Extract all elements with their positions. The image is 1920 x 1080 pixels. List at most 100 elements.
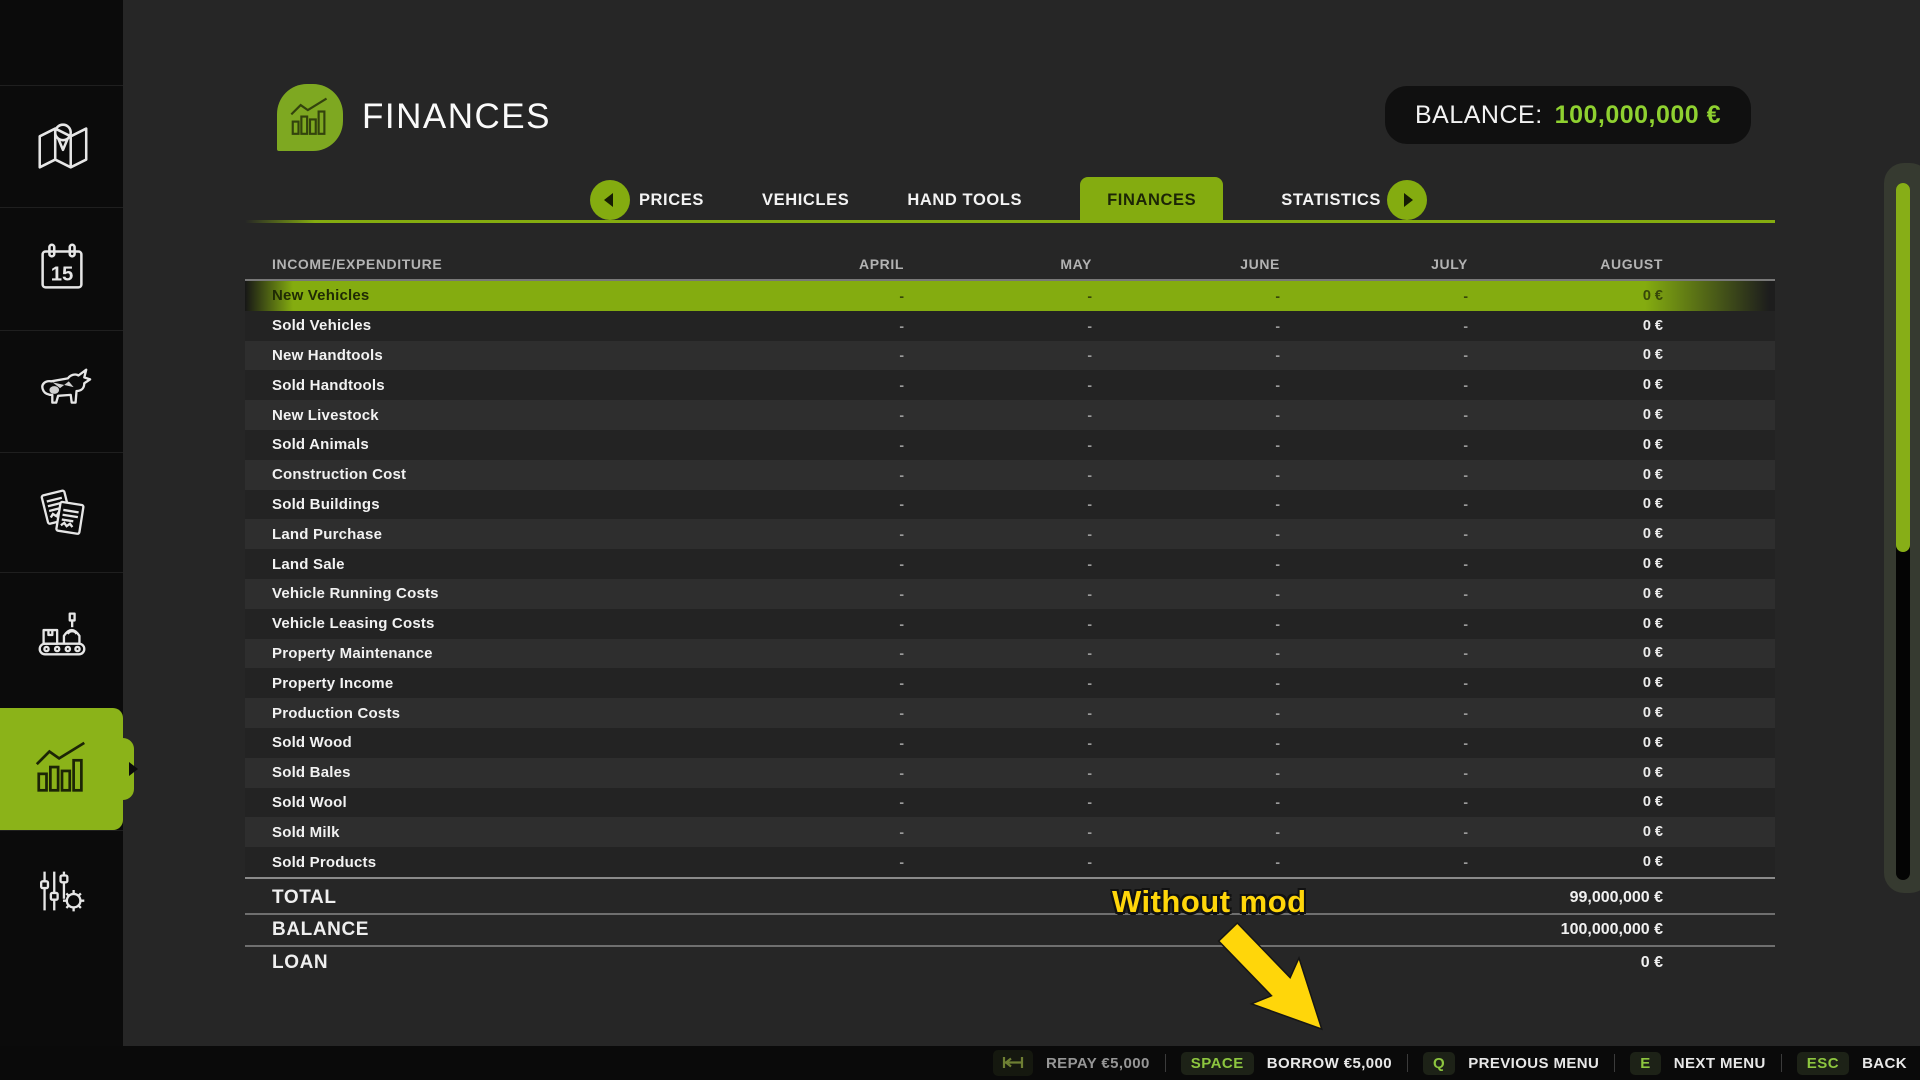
row-label: Property Income [272, 675, 716, 692]
table-row-sold-wood[interactable]: Sold Wood----0 € [245, 728, 1775, 758]
row-value: - [716, 824, 904, 840]
row-value: - [904, 705, 1092, 721]
row-label: Land Purchase [272, 526, 716, 543]
hint-label: REPAY €5,000 [1046, 1055, 1150, 1072]
row-value: - [716, 586, 904, 602]
table-row-new-livestock[interactable]: New Livestock----0 € [245, 400, 1775, 430]
row-value: - [1280, 735, 1468, 751]
table-row-production-costs[interactable]: Production Costs----0 € [245, 698, 1775, 728]
row-value: 0 € [1468, 765, 1663, 781]
production-icon [31, 602, 93, 664]
row-value: - [904, 526, 1092, 542]
row-value: 0 € [1468, 437, 1663, 453]
table-row-land-purchase[interactable]: Land Purchase----0 € [245, 519, 1775, 549]
tab-statistics[interactable]: STATISTICS [1281, 177, 1381, 223]
hint-borrow-5-000[interactable]: SPACEBORROW €5,000 [1181, 1052, 1392, 1075]
row-value: - [904, 824, 1092, 840]
row-value: - [904, 437, 1092, 453]
row-value: - [1092, 288, 1280, 304]
column-header-june: JUNE [1092, 256, 1280, 272]
row-value: - [1092, 705, 1280, 721]
finances-chart-icon [31, 738, 93, 800]
row-value: 0 € [1468, 854, 1663, 870]
row-value: - [716, 765, 904, 781]
row-value: - [716, 705, 904, 721]
sidebar-active-pointer-icon [129, 762, 138, 776]
row-value: 0 € [1468, 496, 1663, 512]
row-label: Sold Wood [272, 734, 716, 751]
row-value: - [904, 854, 1092, 870]
scrollbar[interactable] [1884, 163, 1920, 893]
table-row-vehicle-leasing-costs[interactable]: Vehicle Leasing Costs----0 € [245, 609, 1775, 639]
balance-pill: BALANCE: 100,000,000 € [1385, 86, 1751, 144]
table-row-sold-bales[interactable]: Sold Bales----0 € [245, 758, 1775, 788]
row-value: - [904, 347, 1092, 363]
table-row-sold-buildings[interactable]: Sold Buildings----0 € [245, 490, 1775, 520]
row-value: - [1092, 496, 1280, 512]
hint-previous-menu[interactable]: Q PREVIOUS MENU [1423, 1052, 1599, 1075]
sidebar-item-finances[interactable] [0, 708, 123, 830]
finances-page-icon [277, 84, 343, 151]
table-row-sold-handtools[interactable]: Sold Handtools----0 € [245, 370, 1775, 400]
calendar-icon: 15 [31, 237, 93, 299]
tab-prices[interactable]: PRICES [639, 177, 704, 223]
row-value: - [1280, 645, 1468, 661]
sidebar-item-map[interactable] [0, 85, 123, 206]
hint-next-menu[interactable]: ENEXT MENU [1630, 1052, 1765, 1075]
row-value: 0 € [1468, 586, 1663, 602]
key-badge-q: Q [1423, 1052, 1455, 1075]
table-row-sold-products[interactable]: Sold Products----0 € [245, 847, 1775, 877]
table-row-property-income[interactable]: Property Income----0 € [245, 668, 1775, 698]
row-value: - [1280, 556, 1468, 572]
row-value: - [1280, 616, 1468, 632]
tab-finances[interactable]: FINANCES [1080, 177, 1223, 223]
table-row-property-maintenance[interactable]: Property Maintenance----0 € [245, 639, 1775, 669]
row-value: - [1092, 645, 1280, 661]
row-value: - [1092, 467, 1280, 483]
table-row-land-sale[interactable]: Land Sale----0 € [245, 549, 1775, 579]
sidebar-item-production[interactable] [0, 572, 123, 693]
row-value: - [1280, 586, 1468, 602]
row-value: - [1280, 347, 1468, 363]
table-row-sold-animals[interactable]: Sold Animals----0 € [245, 430, 1775, 460]
sidebar-item-calendar[interactable]: 15 [0, 207, 123, 328]
row-value: - [1092, 586, 1280, 602]
hint-repay-5-000[interactable]: REPAY €5,000 [993, 1050, 1150, 1076]
table-row-sold-milk[interactable]: Sold Milk----0 € [245, 817, 1775, 847]
row-value: - [1092, 854, 1280, 870]
row-value: - [716, 735, 904, 751]
row-label: Sold Vehicles [272, 317, 716, 334]
tab-hand-tools[interactable]: HAND TOOLS [907, 177, 1022, 223]
table-row-sold-wool[interactable]: Sold Wool----0 € [245, 788, 1775, 818]
hint-label: PREVIOUS MENU [1468, 1055, 1599, 1072]
summary-label: TOTAL [272, 887, 337, 909]
sidebar-item-settings[interactable] [0, 830, 123, 951]
table-row-sold-vehicles[interactable]: Sold Vehicles----0 € [245, 311, 1775, 341]
tabs-next-button[interactable] [1387, 180, 1427, 220]
backspace-arrow-icon [993, 1050, 1033, 1076]
scrollbar-track[interactable] [1896, 183, 1910, 880]
balance-label: BALANCE: [1415, 101, 1543, 130]
row-value: - [1280, 407, 1468, 423]
column-header-april: APRIL [716, 256, 904, 272]
row-value: 0 € [1468, 347, 1663, 363]
hint-label: BORROW €5,000 [1267, 1055, 1392, 1072]
hint-back[interactable]: ESCBACK [1797, 1052, 1907, 1075]
table-row-construction-cost[interactable]: Construction Cost----0 € [245, 460, 1775, 490]
row-value: - [716, 854, 904, 870]
row-value: - [1280, 496, 1468, 512]
row-label: Construction Cost [272, 466, 716, 483]
summary-label: BALANCE [272, 919, 369, 941]
table-row-new-handtools[interactable]: New Handtools----0 € [245, 341, 1775, 371]
tab-vehicles[interactable]: VEHICLES [762, 177, 849, 223]
row-value: 0 € [1468, 377, 1663, 393]
page-title: FINANCES [362, 97, 551, 137]
row-value: 0 € [1468, 467, 1663, 483]
sidebar-item-contracts[interactable] [0, 452, 123, 573]
scrollbar-thumb[interactable] [1896, 183, 1910, 552]
table-row-vehicle-running-costs[interactable]: Vehicle Running Costs----0 € [245, 579, 1775, 609]
sidebar-item-animals[interactable] [0, 330, 123, 451]
key-badge-e: E [1630, 1052, 1661, 1075]
row-value: 0 € [1468, 645, 1663, 661]
table-row-new-vehicles[interactable]: New Vehicles----0 € [245, 281, 1775, 311]
